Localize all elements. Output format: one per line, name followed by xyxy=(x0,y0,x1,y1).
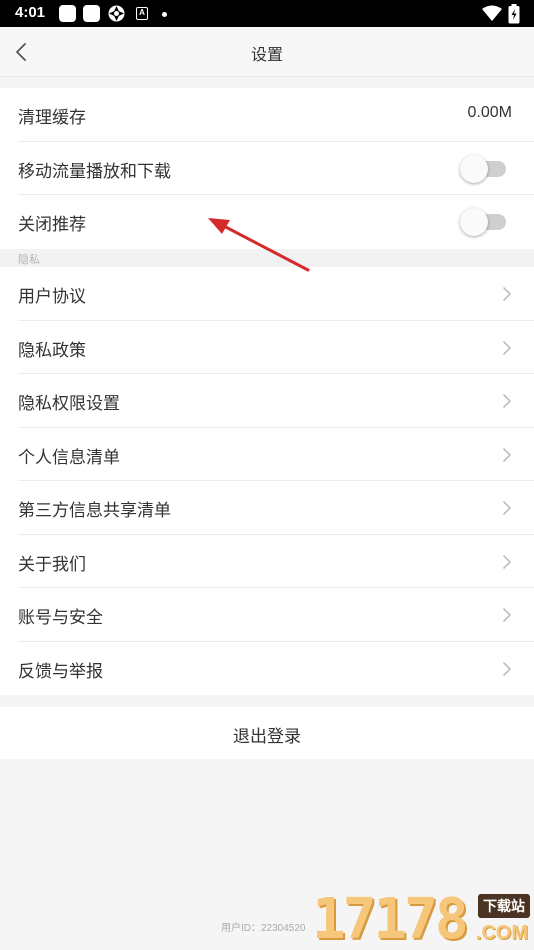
watermark-domain: .COM xyxy=(475,922,528,944)
mobile-data-toggle[interactable] xyxy=(460,153,506,183)
status-bar: 4:01 A xyxy=(0,0,534,27)
battery-charging-icon xyxy=(508,4,520,24)
chevron-right-icon xyxy=(503,447,511,462)
chevron-right-icon xyxy=(503,661,511,676)
page-title: 设置 xyxy=(250,45,283,64)
list-item-label: 反馈与举报 xyxy=(18,661,103,682)
privacy-header-label: 隐私 xyxy=(18,253,40,266)
list-item-label: 关于我们 xyxy=(18,554,86,575)
list-item-privacy-policy[interactable]: 隐私政策 xyxy=(0,321,534,374)
clear-cache-label: 清理缓存 xyxy=(18,108,86,128)
list-item-privacy-permissions[interactable]: 隐私权限设置 xyxy=(0,374,534,428)
watermark-badge: 下载站 xyxy=(478,894,530,918)
clear-cache-row[interactable]: 清理缓存 0.00M xyxy=(0,88,534,142)
notification-square-icon xyxy=(83,5,100,22)
list-item-third-party-sharing[interactable]: 第三方信息共享清单 xyxy=(0,481,534,535)
watermark-logo: 17178 下载站 .COM xyxy=(310,890,534,950)
nav-bar: 设置 xyxy=(0,27,534,77)
chevron-right-icon xyxy=(503,608,511,622)
close-recommend-label: 关闭推荐 xyxy=(18,215,86,235)
chevron-right-icon xyxy=(503,554,511,569)
a-icon: A xyxy=(136,7,148,20)
list-item-account-security[interactable]: 账号与安全 xyxy=(0,588,534,642)
chevron-right-icon xyxy=(503,340,511,355)
list-item-personal-info[interactable]: 个人信息清单 xyxy=(0,428,534,481)
dot-icon xyxy=(162,12,167,17)
list-item-label: 账号与安全 xyxy=(18,608,103,628)
user-id-text: 用户ID：22304520 xyxy=(221,923,306,934)
wifi-icon xyxy=(482,5,502,21)
list-item-label: 个人信息清单 xyxy=(18,447,120,468)
app-icon xyxy=(108,5,125,22)
list-item-label: 第三方信息共享清单 xyxy=(18,501,171,521)
list-item-label: 隐私政策 xyxy=(18,340,86,361)
logout-label: 退出登录 xyxy=(233,727,301,747)
chevron-right-icon xyxy=(503,287,511,301)
chevron-right-icon xyxy=(503,394,511,408)
list-item-label: 隐私权限设置 xyxy=(18,394,120,414)
list-item-label: 用户协议 xyxy=(18,287,86,307)
toggle-knob xyxy=(460,154,488,183)
annotation-arrow-icon xyxy=(208,218,310,272)
list-item-feedback-report[interactable]: 反馈与举报 xyxy=(0,642,534,696)
mobile-data-label: 移动流量播放和下载 xyxy=(18,161,171,182)
privacy-list: 用户协议 隐私政策 隐私权限设置 个人信息清单 第三方信息共享清单 关于我们 账… xyxy=(0,267,534,695)
status-time: 4:01 xyxy=(15,4,46,21)
toggle-knob xyxy=(460,208,488,236)
mobile-data-row: 移动流量播放和下载 xyxy=(0,142,534,195)
watermark-digits: 17178 xyxy=(312,887,469,950)
list-item-user-agreement[interactable]: 用户协议 xyxy=(0,267,534,321)
logout-button[interactable]: 退出登录 xyxy=(0,707,534,759)
chevron-right-icon xyxy=(503,501,511,515)
notification-square-icon xyxy=(59,5,76,22)
cache-size-value: 0.00M xyxy=(467,104,512,121)
close-recommend-toggle[interactable] xyxy=(460,206,506,236)
list-item-about-us[interactable]: 关于我们 xyxy=(0,535,534,588)
